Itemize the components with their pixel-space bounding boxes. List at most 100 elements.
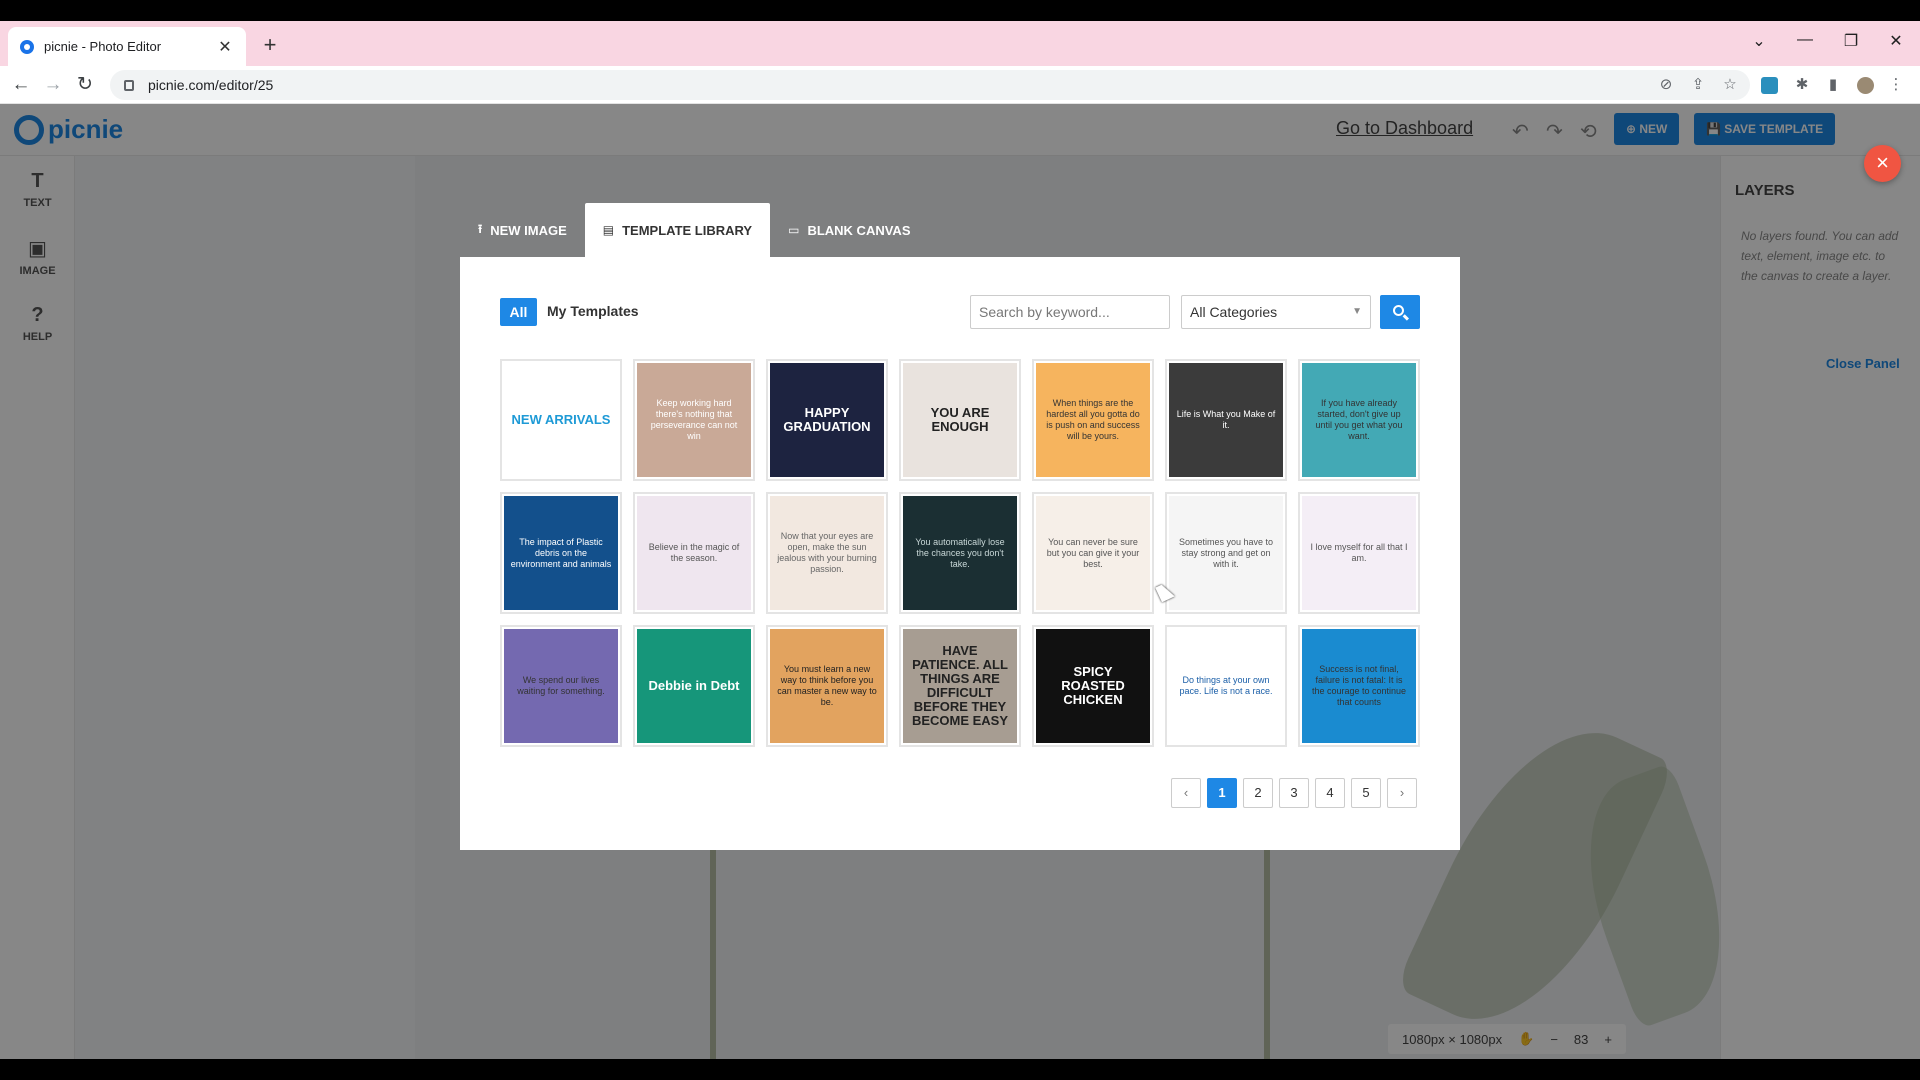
back-arrow-icon[interactable]: ←: [8, 72, 34, 98]
template-thumbnail: You automatically lose the chances you d…: [903, 496, 1017, 610]
template-card[interactable]: Do things at your own pace. Life is not …: [1165, 625, 1287, 747]
restore-button[interactable]: ❐: [1839, 31, 1863, 51]
pagination-page-1[interactable]: 1: [1207, 778, 1237, 808]
template-thumbnail: Debbie in Debt: [637, 629, 751, 743]
template-thumbnail: The impact of Plastic debris on the envi…: [504, 496, 618, 610]
template-library-modal: All My Templates All Categories ▼ NEW AR…: [460, 257, 1460, 850]
template-card[interactable]: When things are the hardest all you gott…: [1032, 359, 1154, 481]
template-card[interactable]: Believe in the magic of the season.: [633, 492, 755, 614]
pagination-page-4[interactable]: 4: [1315, 778, 1345, 808]
pagination: ‹ 1 2 3 4 5 ›: [1171, 778, 1417, 808]
template-thumbnail: When things are the hardest all you gott…: [1036, 363, 1150, 477]
template-card[interactable]: You must learn a new way to think before…: [766, 625, 888, 747]
template-card[interactable]: You automatically lose the chances you d…: [899, 492, 1021, 614]
template-caption: Success is not final, failure is not fat…: [1311, 664, 1407, 707]
template-caption: Now that your eyes are open, make the su…: [777, 531, 877, 574]
template-thumbnail: We spend our lives waiting for something…: [504, 629, 618, 743]
template-card[interactable]: HAVE PATIENCE. ALL THINGS ARE DIFFICULT …: [899, 625, 1021, 747]
share-icon[interactable]: ⇪: [1688, 75, 1708, 93]
template-thumbnail: Keep working hard there's nothing that p…: [637, 363, 751, 477]
filter-my-templates[interactable]: My Templates: [547, 303, 639, 319]
tab-close-icon[interactable]: ✕: [216, 37, 234, 57]
template-thumbnail: You can never be sure but you can give i…: [1036, 496, 1150, 610]
browser-tab[interactable]: picnie - Photo Editor ✕: [8, 27, 246, 66]
template-thumbnail: SPICY ROASTED CHICKEN: [1036, 629, 1150, 743]
window-close-button[interactable]: ✕: [1884, 31, 1908, 51]
template-search-input[interactable]: [970, 295, 1170, 329]
template-caption: You automatically lose the chances you d…: [915, 536, 1005, 569]
tab-blank-canvas[interactable]: ▭ BLANK CANVAS: [770, 203, 928, 257]
template-caption: NEW ARRIVALS: [511, 412, 611, 427]
pagination-prev[interactable]: ‹: [1171, 778, 1201, 808]
tab-list-icon[interactable]: ⌄: [1747, 31, 1771, 51]
pagination-page-3[interactable]: 3: [1279, 778, 1309, 808]
category-select[interactable]: All Categories ▼: [1181, 295, 1371, 329]
template-icon: ▤: [602, 223, 615, 237]
template-card[interactable]: You can never be sure but you can give i…: [1032, 492, 1154, 614]
template-caption: I love myself for all that I am.: [1310, 542, 1408, 563]
tab-strip: picnie - Photo Editor ✕ + ⌄ — ❐ ✕: [0, 21, 1920, 66]
side-panel-icon[interactable]: ▮: [1823, 75, 1843, 93]
template-thumbnail: HAVE PATIENCE. ALL THINGS ARE DIFFICULT …: [903, 629, 1017, 743]
template-card[interactable]: Keep working hard there's nothing that p…: [633, 359, 755, 481]
browser-menu-icon[interactable]: ⋮: [1886, 75, 1906, 93]
template-caption: When things are the hardest all you gott…: [1046, 398, 1140, 441]
browser-toolbar: ← → ↻ picnie.com/editor/25 ⊘ ⇪ ☆ ✱ ▮ ⋮: [0, 66, 1920, 104]
category-selected: All Categories: [1190, 304, 1278, 320]
puzzle-extensions-icon[interactable]: ✱: [1792, 75, 1812, 93]
template-card[interactable]: YOU ARE ENOUGH: [899, 359, 1021, 481]
url-text: picnie.com/editor/25: [148, 77, 274, 93]
template-card[interactable]: Success is not final, failure is not fat…: [1298, 625, 1420, 747]
tab-template-library-label: TEMPLATE LIBRARY: [622, 222, 753, 238]
template-thumbnail: Sometimes you have to stay strong and ge…: [1169, 496, 1283, 610]
template-thumbnail: I love myself for all that I am.: [1302, 496, 1416, 610]
template-card[interactable]: If you have already started, don't give …: [1298, 359, 1420, 481]
tab-template-library[interactable]: ▤ TEMPLATE LIBRARY: [584, 203, 771, 257]
template-caption: The impact of Plastic debris on the envi…: [510, 536, 612, 569]
bookmark-star-icon[interactable]: ☆: [1720, 75, 1740, 93]
canvas-icon: ▭: [788, 223, 800, 237]
template-thumbnail: If you have already started, don't give …: [1302, 363, 1416, 477]
template-caption: YOU ARE ENOUGH: [930, 405, 990, 434]
tab-new-image[interactable]: ⭱ NEW IMAGE: [460, 203, 585, 257]
upload-icon: ⭱: [478, 221, 483, 236]
template-caption: Debbie in Debt: [648, 678, 740, 693]
template-card[interactable]: NEW ARRIVALS: [500, 359, 622, 481]
template-caption: SPICY ROASTED CHICKEN: [1061, 664, 1125, 707]
minimize-button[interactable]: —: [1793, 31, 1817, 49]
eye-off-icon[interactable]: ⊘: [1656, 75, 1676, 93]
template-card[interactable]: I love myself for all that I am.: [1298, 492, 1420, 614]
modal-tabs: ⭱ NEW IMAGE ▤ TEMPLATE LIBRARY ▭ BLANK C…: [460, 203, 929, 257]
address-bar[interactable]: picnie.com/editor/25: [110, 70, 1750, 100]
modal-close-button[interactable]: ×: [1864, 145, 1901, 182]
template-card[interactable]: Sometimes you have to stay strong and ge…: [1165, 492, 1287, 614]
pagination-next[interactable]: ›: [1387, 778, 1417, 808]
template-thumbnail: Now that your eyes are open, make the su…: [770, 496, 884, 610]
template-card[interactable]: Life is What you Make of it.: [1165, 359, 1287, 481]
template-caption: Keep working hard there's nothing that p…: [650, 398, 738, 441]
search-button[interactable]: [1380, 295, 1420, 329]
template-thumbnail: You must learn a new way to think before…: [770, 629, 884, 743]
search-icon: [1393, 305, 1404, 316]
template-card[interactable]: Now that your eyes are open, make the su…: [766, 492, 888, 614]
template-caption: HAPPY GRADUATION: [783, 405, 871, 434]
pagination-page-5[interactable]: 5: [1351, 778, 1381, 808]
template-card[interactable]: Debbie in Debt: [633, 625, 755, 747]
tab-blank-canvas-label: BLANK CANVAS: [807, 222, 911, 238]
new-tab-button[interactable]: +: [258, 32, 282, 58]
pagination-page-2[interactable]: 2: [1243, 778, 1273, 808]
template-caption: Life is What you Make of it.: [1176, 409, 1276, 430]
extension-icon[interactable]: [1761, 77, 1778, 94]
template-card[interactable]: The impact of Plastic debris on the envi…: [500, 492, 622, 614]
template-caption: Believe in the magic of the season.: [648, 542, 740, 563]
template-thumbnail: YOU ARE ENOUGH: [903, 363, 1017, 477]
template-grid: NEW ARRIVALS Keep working hard there's no…: [500, 359, 1420, 747]
template-card[interactable]: We spend our lives waiting for something…: [500, 625, 622, 747]
template-card[interactable]: SPICY ROASTED CHICKEN: [1032, 625, 1154, 747]
template-thumbnail: HAPPY GRADUATION: [770, 363, 884, 477]
reload-icon[interactable]: ↻: [72, 72, 98, 98]
forward-arrow-icon[interactable]: →: [40, 72, 66, 98]
template-card[interactable]: HAPPY GRADUATION: [766, 359, 888, 481]
filter-all-button[interactable]: All: [500, 298, 537, 326]
profile-avatar[interactable]: [1857, 77, 1874, 94]
